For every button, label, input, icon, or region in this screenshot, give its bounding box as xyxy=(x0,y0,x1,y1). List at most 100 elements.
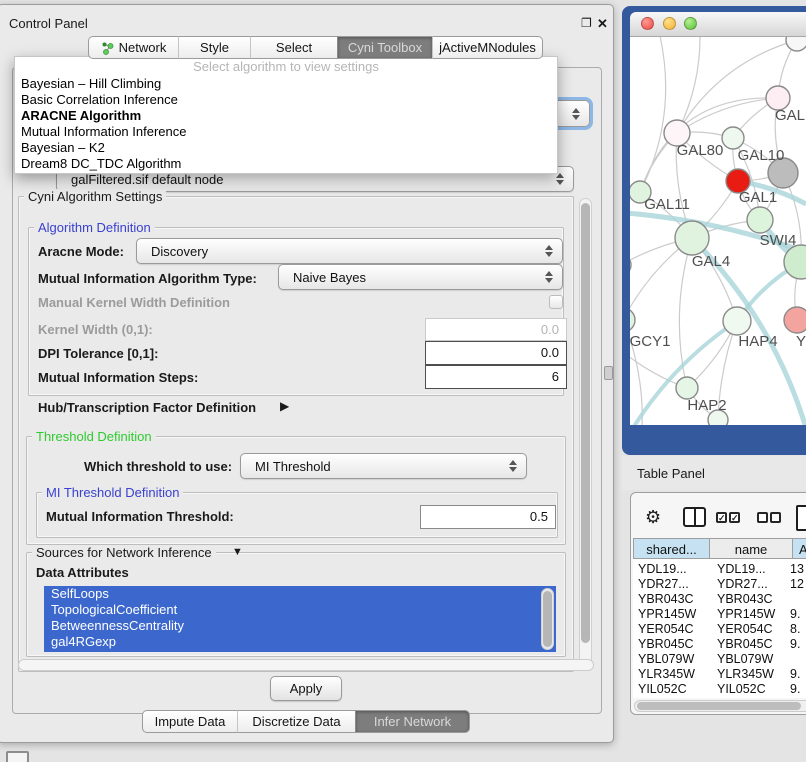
tab-label: Style xyxy=(200,36,229,59)
network-edge xyxy=(677,37,700,133)
algorithm-option-basic-correlation-inference[interactable]: Basic Correlation Inference xyxy=(21,92,178,107)
control-panel-tabbar: Network Style SelectCyni ToolboxjActiveMNo… xyxy=(88,36,543,59)
table-row[interactable]: YER054CYER054C8. xyxy=(633,622,806,637)
tab-select[interactable]: Select xyxy=(250,36,337,59)
table-row[interactable]: YBL079WYBL079W xyxy=(633,652,806,667)
table-h-scrollbar[interactable] xyxy=(634,700,806,712)
manual-kernel-width-checkbox[interactable] xyxy=(549,295,563,309)
settings-h-scrollbar[interactable] xyxy=(18,659,594,671)
algorithm-option-mutual-information-inference[interactable]: Mutual Information Inference xyxy=(21,124,186,139)
attributes-list-scrollbar[interactable] xyxy=(541,588,554,650)
table-row[interactable]: YDR27...YDR27...12 xyxy=(633,577,806,592)
aracne-mode-value: Discovery xyxy=(137,244,541,259)
node-table: shared...nameA YDL19...YDL19...13YDR27...… xyxy=(633,538,806,698)
mi-steps-input[interactable]: 6 xyxy=(425,365,567,389)
attribute-item-selfloops[interactable]: SelfLoops xyxy=(44,586,556,602)
algorithm-option-aracne-algorithm[interactable]: ARACNE Algorithm xyxy=(21,108,141,123)
attribute-item-betweennesscentrality[interactable]: BetweennessCentrality xyxy=(44,618,556,634)
algorithm-option-bayesian-hill-climbing[interactable]: Bayesian – Hill Climbing xyxy=(21,76,161,91)
hub-section-label[interactable]: Hub/Transcription Factor Definition xyxy=(38,400,256,415)
which-threshold-value: MI Threshold xyxy=(241,459,505,474)
network-node-hap4[interactable] xyxy=(723,307,751,335)
kernel-width-label: Kernel Width (0,1): xyxy=(38,322,153,337)
settings-scrollbar-thumb[interactable] xyxy=(581,203,590,643)
column-header-a[interactable]: A xyxy=(793,538,806,559)
zoom-traffic-light-icon[interactable] xyxy=(684,17,697,30)
tab-cyni-toolbox[interactable]: Cyni Toolbox xyxy=(337,36,432,59)
expanded-arrow-icon[interactable]: ▼ xyxy=(232,546,243,558)
aracne-mode-combobox[interactable]: Discovery xyxy=(136,238,563,264)
attribute-item-gal4rgexp[interactable]: gal4RGexp xyxy=(44,634,556,650)
table-cell: YPR145W xyxy=(717,607,775,621)
close-traffic-light-icon[interactable] xyxy=(641,17,654,30)
new-object-icon[interactable] xyxy=(796,505,806,531)
tab-network[interactable]: Network xyxy=(88,36,178,59)
network-node-label: GAL10 xyxy=(738,147,785,164)
algorithm-option-dream8-dc-tdc-algorithm[interactable]: Dream8 DC_TDC Algorithm xyxy=(21,156,181,171)
algorithm-dropdown-popup: Select algorithm to view settings Bayesi… xyxy=(14,56,558,174)
table-row[interactable]: YPR145WYPR145W9. xyxy=(633,607,806,622)
network-node-hap2[interactable] xyxy=(676,377,698,399)
table-panel-title: Table Panel xyxy=(637,466,705,481)
bottom-tab-discretize-data[interactable]: Discretize Data xyxy=(237,710,355,733)
control-panel-title: Control Panel xyxy=(9,16,88,31)
kernel-width-input[interactable]: 0.0 xyxy=(425,318,567,341)
table-cell: YBR043C xyxy=(638,592,694,606)
deselect-all-icon[interactable] xyxy=(770,512,781,523)
network-canvas[interactable]: GALGAL80GAL10GAL1GAL11GAL4SWI4GCY1HAP4YH… xyxy=(630,37,806,425)
network-node-y[interactable] xyxy=(784,307,806,333)
show-columns-icon[interactable] xyxy=(683,507,706,527)
mi-algorithm-type-combobox[interactable]: Naive Bayes xyxy=(278,264,563,290)
attributes-list-scrollbar-thumb[interactable] xyxy=(543,591,552,647)
network-node[interactable] xyxy=(786,37,806,51)
table-row[interactable]: YLR345WYLR345W9. xyxy=(633,667,806,682)
mi-steps-label: Mutual Information Steps: xyxy=(38,370,198,385)
dpi-tolerance-input[interactable]: 0.0 xyxy=(425,341,567,365)
panel-corner-button[interactable] xyxy=(6,751,29,762)
column-header-shared[interactable]: shared... xyxy=(633,538,710,559)
bottom-tab-infer-network[interactable]: Infer Network xyxy=(355,710,470,733)
network-node-label: Y xyxy=(796,333,806,350)
settings-scrollbar[interactable] xyxy=(579,198,592,668)
tab-style[interactable]: Style xyxy=(178,36,250,59)
algorithm-definition-title: Algorithm Definition xyxy=(34,220,155,235)
data-attributes-list[interactable]: SelfLoopsTopologicalCoefficientBetweenne… xyxy=(44,586,556,652)
cyni-bottom-tabbar: Impute DataDiscretize DataInfer Network xyxy=(142,710,470,733)
which-threshold-label: Which threshold to use: xyxy=(84,459,232,474)
table-h-scrollbar-thumb[interactable] xyxy=(637,702,801,710)
close-window-icon[interactable]: ✕ xyxy=(597,17,608,30)
table-cell: YBR043C xyxy=(717,592,773,606)
table-row[interactable]: YBR045CYBR045C9. xyxy=(633,637,806,652)
network-node-gal1[interactable] xyxy=(747,207,773,233)
sources-group-title[interactable]: Sources for Network Inference xyxy=(32,545,216,560)
mi-algorithm-type-value: Naive Bayes xyxy=(279,270,541,285)
minimize-traffic-light-icon[interactable] xyxy=(663,17,676,30)
select-all-icon[interactable]: ✓ xyxy=(729,512,740,523)
tab-jactivemnodules[interactable]: jActiveMNodules xyxy=(432,36,543,59)
algorithm-option-bayesian-k2[interactable]: Bayesian – K2 xyxy=(21,140,105,155)
network-node-gcy1[interactable] xyxy=(630,308,635,332)
deselect-all-icon[interactable] xyxy=(757,512,768,523)
table-cell: YIL052C xyxy=(717,682,766,696)
float-window-icon[interactable]: ❐ xyxy=(581,17,592,30)
bottom-tab-impute-data[interactable]: Impute Data xyxy=(142,710,237,733)
mi-threshold-input[interactable]: 0.5 xyxy=(420,505,556,529)
table-row[interactable]: YDL19...YDL19...13 xyxy=(633,562,806,577)
which-threshold-combobox[interactable]: MI Threshold xyxy=(240,453,527,479)
table-cell: 9. xyxy=(790,637,800,651)
network-node[interactable] xyxy=(630,255,631,275)
network-node-gal10[interactable] xyxy=(722,127,744,149)
network-window-titlebar[interactable] xyxy=(630,12,806,37)
table-row[interactable]: YIL052CYIL052C9. xyxy=(633,682,806,697)
column-header-name[interactable]: name xyxy=(710,538,793,559)
network-node-gal4[interactable] xyxy=(675,221,709,255)
select-all-icon[interactable]: ✓ xyxy=(716,512,727,523)
table-cell: YBL079W xyxy=(638,652,694,666)
network-node-label: HAP2 xyxy=(687,397,726,414)
apply-button[interactable]: Apply xyxy=(270,676,342,701)
table-row[interactable]: YBR043C YBR043C xyxy=(633,592,806,607)
collapsed-arrow-icon[interactable]: ▶ xyxy=(280,399,289,413)
split-pane-handle[interactable] xyxy=(604,366,613,380)
table-mode-gear-icon[interactable]: ⚙ xyxy=(645,507,661,528)
attribute-item-topologicalcoefficient[interactable]: TopologicalCoefficient xyxy=(44,602,556,618)
